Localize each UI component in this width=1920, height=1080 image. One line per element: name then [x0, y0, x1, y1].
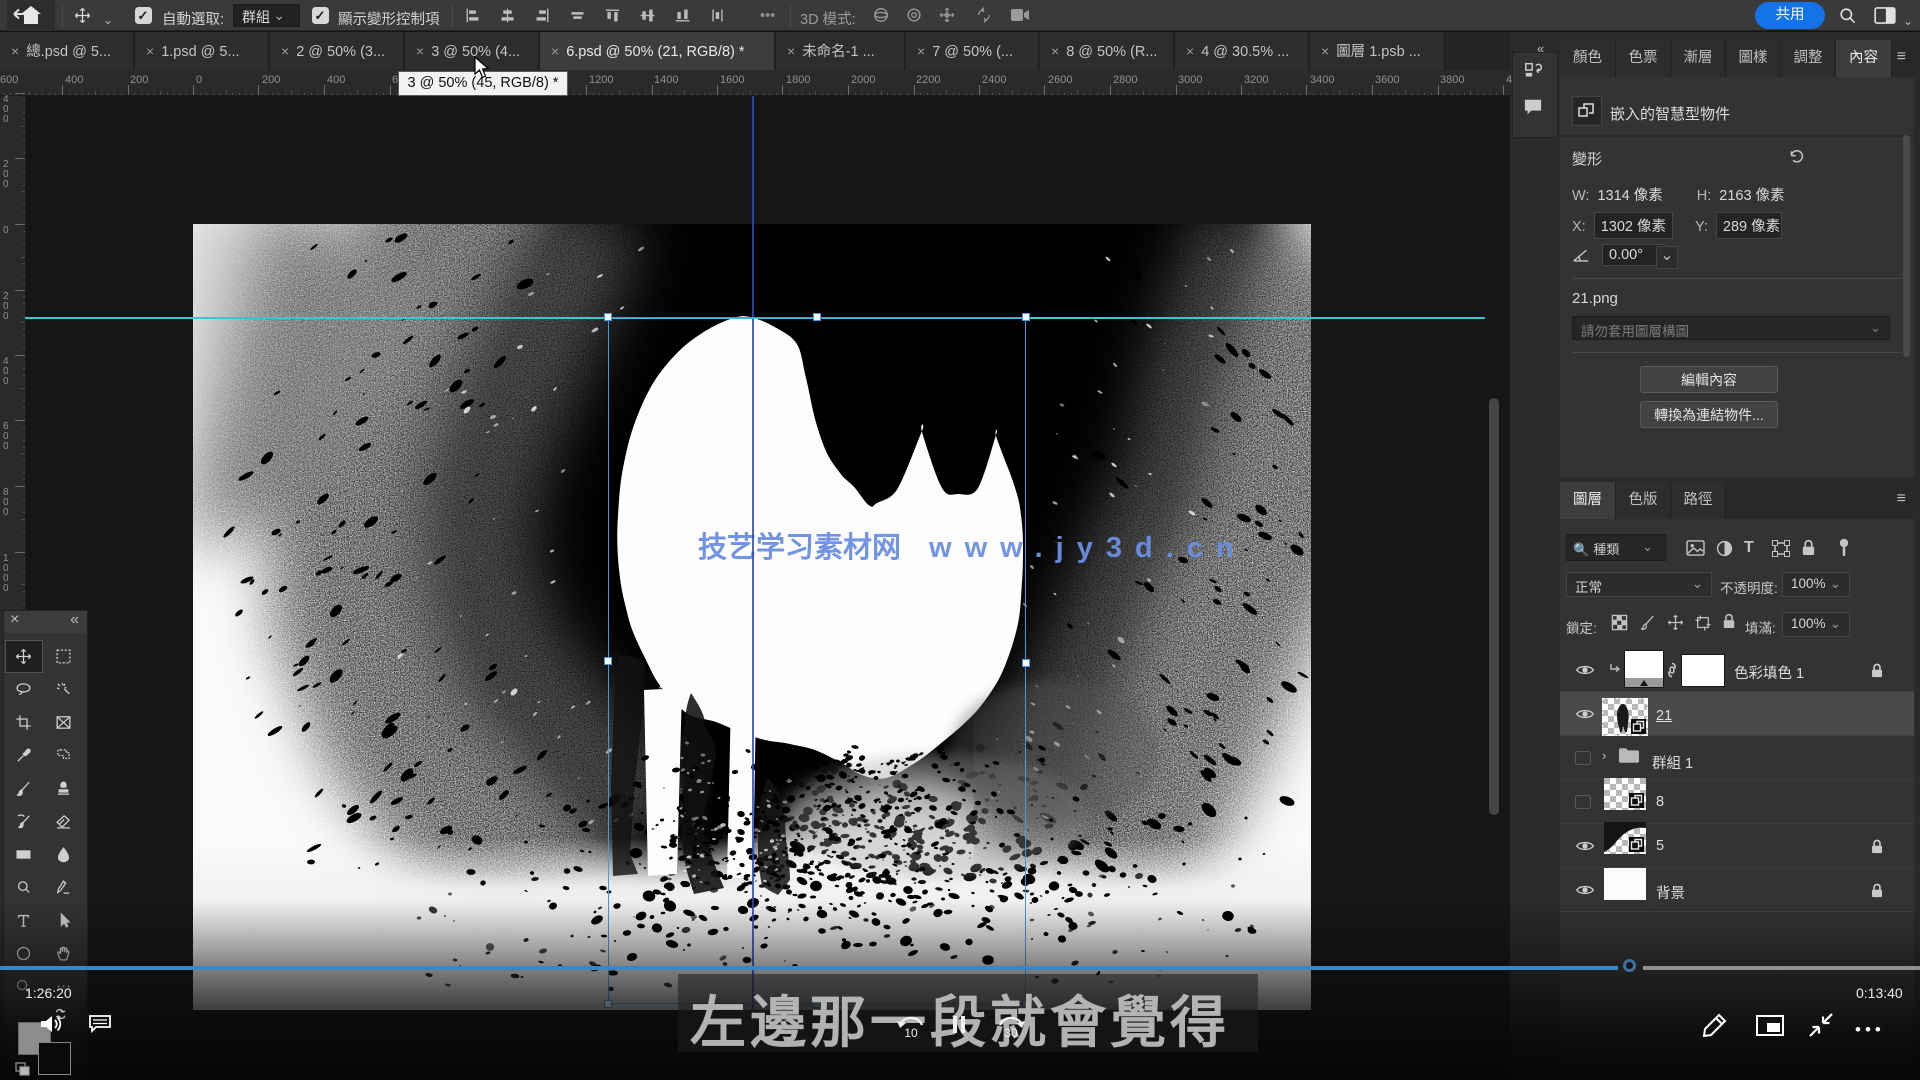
svg-text:10: 10: [904, 1026, 918, 1040]
svg-text:30: 30: [1004, 1026, 1018, 1040]
